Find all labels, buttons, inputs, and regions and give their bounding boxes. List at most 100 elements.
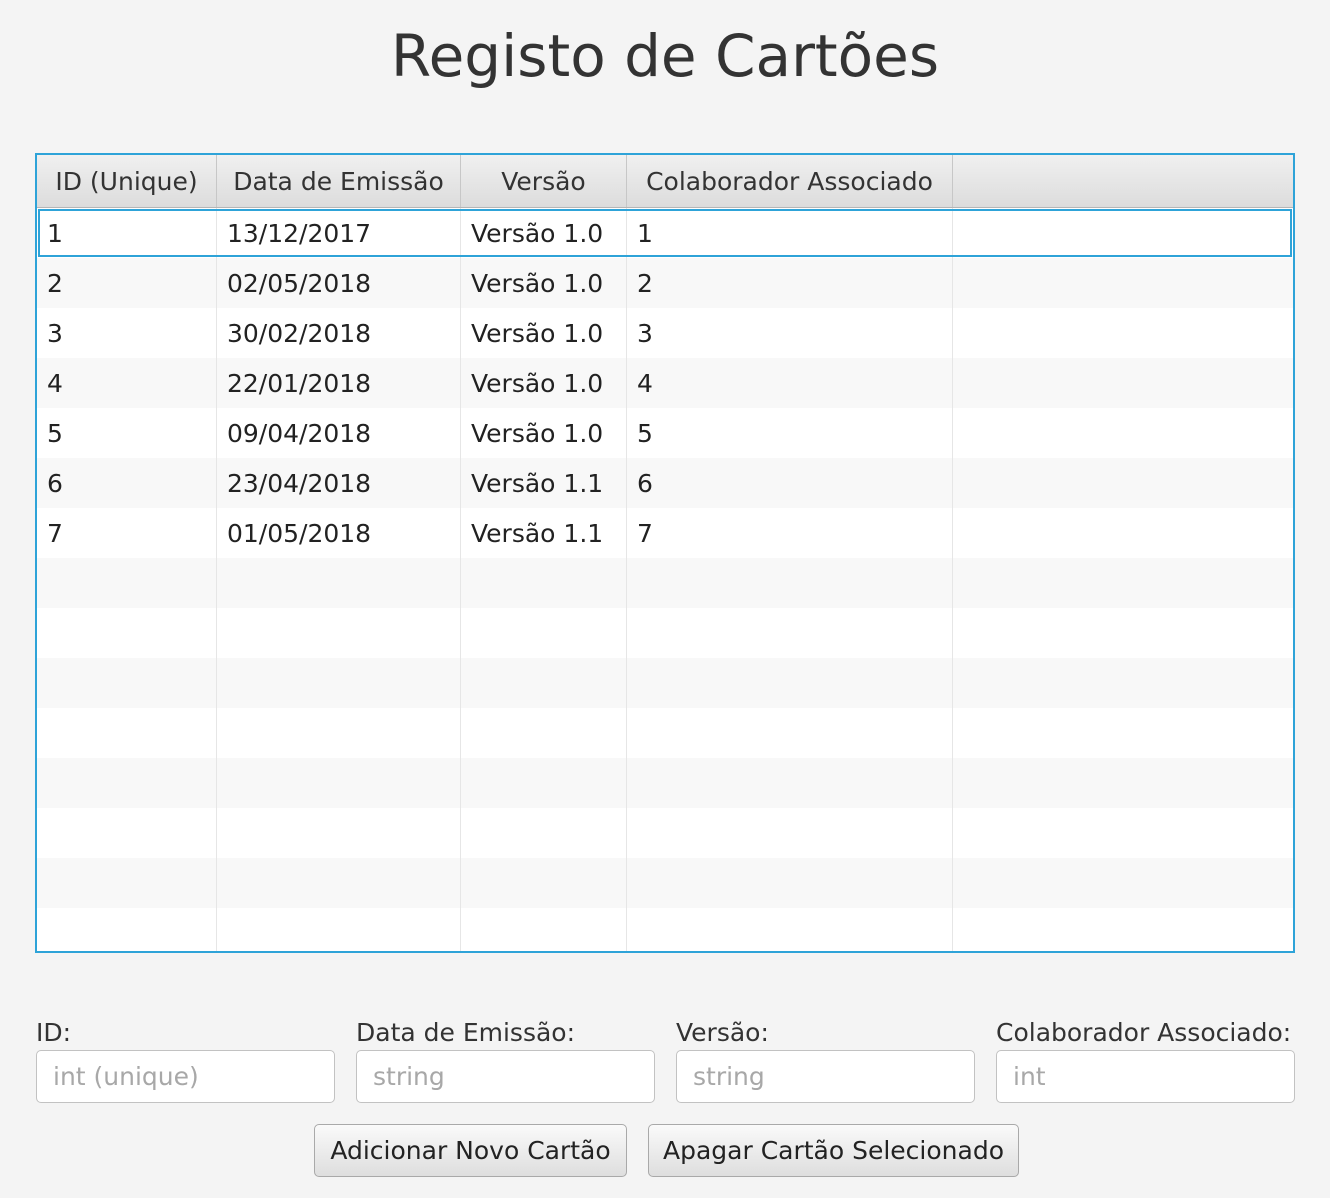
table-row[interactable]: 2 02/05/2018 Versão 1.0 2 [37, 258, 1293, 308]
cell-issue-date [217, 658, 461, 708]
cell-issue-date: 02/05/2018 [217, 258, 461, 308]
cell-issue-date: 01/05/2018 [217, 508, 461, 558]
add-card-button[interactable]: Adicionar Novo Cartão [314, 1124, 627, 1177]
empty-table-row [37, 558, 1293, 608]
cell-collaborator [627, 708, 953, 758]
cell-id: 3 [37, 308, 217, 358]
empty-table-row [37, 608, 1293, 658]
cell-filler [953, 558, 1293, 608]
cell-id [37, 908, 217, 951]
cell-version: Versão 1.1 [461, 508, 627, 558]
cards-table[interactable]: ID (Unique) Data de Emissão Versão Colab… [35, 153, 1295, 953]
cell-filler [953, 358, 1293, 408]
cell-version [461, 658, 627, 708]
cell-issue-date: 09/04/2018 [217, 408, 461, 458]
table-body: 1 13/12/2017 Versão 1.0 1 2 02/05/2018 Versão … [37, 208, 1293, 951]
cell-filler [953, 258, 1293, 308]
cell-filler [953, 858, 1293, 908]
cell-collaborator: 4 [627, 358, 953, 408]
cell-id [37, 558, 217, 608]
table-header: ID (Unique) Data de Emissão Versão Colab… [37, 155, 1293, 208]
cell-filler [953, 658, 1293, 708]
cell-filler [953, 508, 1293, 558]
cell-issue-date [217, 558, 461, 608]
empty-table-row [37, 908, 1293, 951]
table-row[interactable]: 6 23/04/2018 Versão 1.1 6 [37, 458, 1293, 508]
cell-version [461, 708, 627, 758]
cell-issue-date: 30/02/2018 [217, 308, 461, 358]
table-row[interactable]: 5 09/04/2018 Versão 1.0 5 [37, 408, 1293, 458]
cell-issue-date: 22/01/2018 [217, 358, 461, 408]
cell-issue-date [217, 808, 461, 858]
cell-version [461, 808, 627, 858]
cell-id: 2 [37, 258, 217, 308]
cell-filler [953, 308, 1293, 358]
cell-version [461, 858, 627, 908]
delete-selected-card-button[interactable]: Apagar Cartão Selecionado [648, 1124, 1019, 1177]
version-label: Versão: [676, 1018, 769, 1047]
empty-table-row [37, 708, 1293, 758]
cell-filler [953, 408, 1293, 458]
cell-collaborator: 7 [627, 508, 953, 558]
cell-collaborator [627, 658, 953, 708]
cell-version [461, 758, 627, 808]
page-title: Registo de Cartões [390, 22, 940, 90]
cell-filler [953, 708, 1293, 758]
cell-issue-date [217, 708, 461, 758]
cell-collaborator: 2 [627, 258, 953, 308]
cell-collaborator: 6 [627, 458, 953, 508]
cell-version: Versão 1.0 [461, 358, 627, 408]
cell-collaborator: 1 [627, 208, 953, 258]
cell-id [37, 608, 217, 658]
column-header-filler [953, 155, 1293, 207]
cell-issue-date: 23/04/2018 [217, 458, 461, 508]
cell-id: 7 [37, 508, 217, 558]
cell-filler [953, 458, 1293, 508]
cell-version [461, 908, 627, 951]
cell-version: Versão 1.0 [461, 208, 627, 258]
cell-id: 1 [37, 208, 217, 258]
empty-table-row [37, 658, 1293, 708]
cell-id [37, 658, 217, 708]
cell-version: Versão 1.0 [461, 258, 627, 308]
cell-collaborator: 5 [627, 408, 953, 458]
cell-id [37, 708, 217, 758]
table-row[interactable]: 1 13/12/2017 Versão 1.0 1 [37, 208, 1293, 258]
cell-collaborator [627, 808, 953, 858]
empty-table-row [37, 858, 1293, 908]
cell-issue-date [217, 608, 461, 658]
issue-date-input[interactable] [356, 1050, 655, 1103]
table-row[interactable]: 7 01/05/2018 Versão 1.1 7 [37, 508, 1293, 558]
cell-collaborator: 3 [627, 308, 953, 358]
column-header-version[interactable]: Versão [461, 155, 627, 207]
table-row[interactable]: 4 22/01/2018 Versão 1.0 4 [37, 358, 1293, 408]
cell-id: 6 [37, 458, 217, 508]
cell-id [37, 858, 217, 908]
cell-version: Versão 1.0 [461, 308, 627, 358]
cell-version [461, 558, 627, 608]
cell-issue-date [217, 908, 461, 951]
id-input[interactable] [36, 1050, 335, 1103]
collaborator-input[interactable] [996, 1050, 1295, 1103]
cell-version: Versão 1.0 [461, 408, 627, 458]
version-input[interactable] [676, 1050, 975, 1103]
cell-filler [953, 758, 1293, 808]
cell-filler [953, 908, 1293, 951]
cell-filler [953, 608, 1293, 658]
cell-version: Versão 1.1 [461, 458, 627, 508]
table-row[interactable]: 3 30/02/2018 Versão 1.0 3 [37, 308, 1293, 358]
cell-id [37, 758, 217, 808]
issue-date-label: Data de Emissão: [356, 1018, 576, 1047]
cell-collaborator [627, 758, 953, 808]
empty-table-row [37, 808, 1293, 858]
cell-issue-date: 13/12/2017 [217, 208, 461, 258]
cell-filler [953, 808, 1293, 858]
column-header-collaborator[interactable]: Colaborador Associado [627, 155, 953, 207]
cell-collaborator [627, 608, 953, 658]
collaborator-label: Colaborador Associado: [996, 1018, 1292, 1047]
cell-id [37, 808, 217, 858]
cell-issue-date [217, 758, 461, 808]
cell-collaborator [627, 908, 953, 951]
column-header-id[interactable]: ID (Unique) [37, 155, 217, 207]
column-header-issue-date[interactable]: Data de Emissão [217, 155, 461, 207]
